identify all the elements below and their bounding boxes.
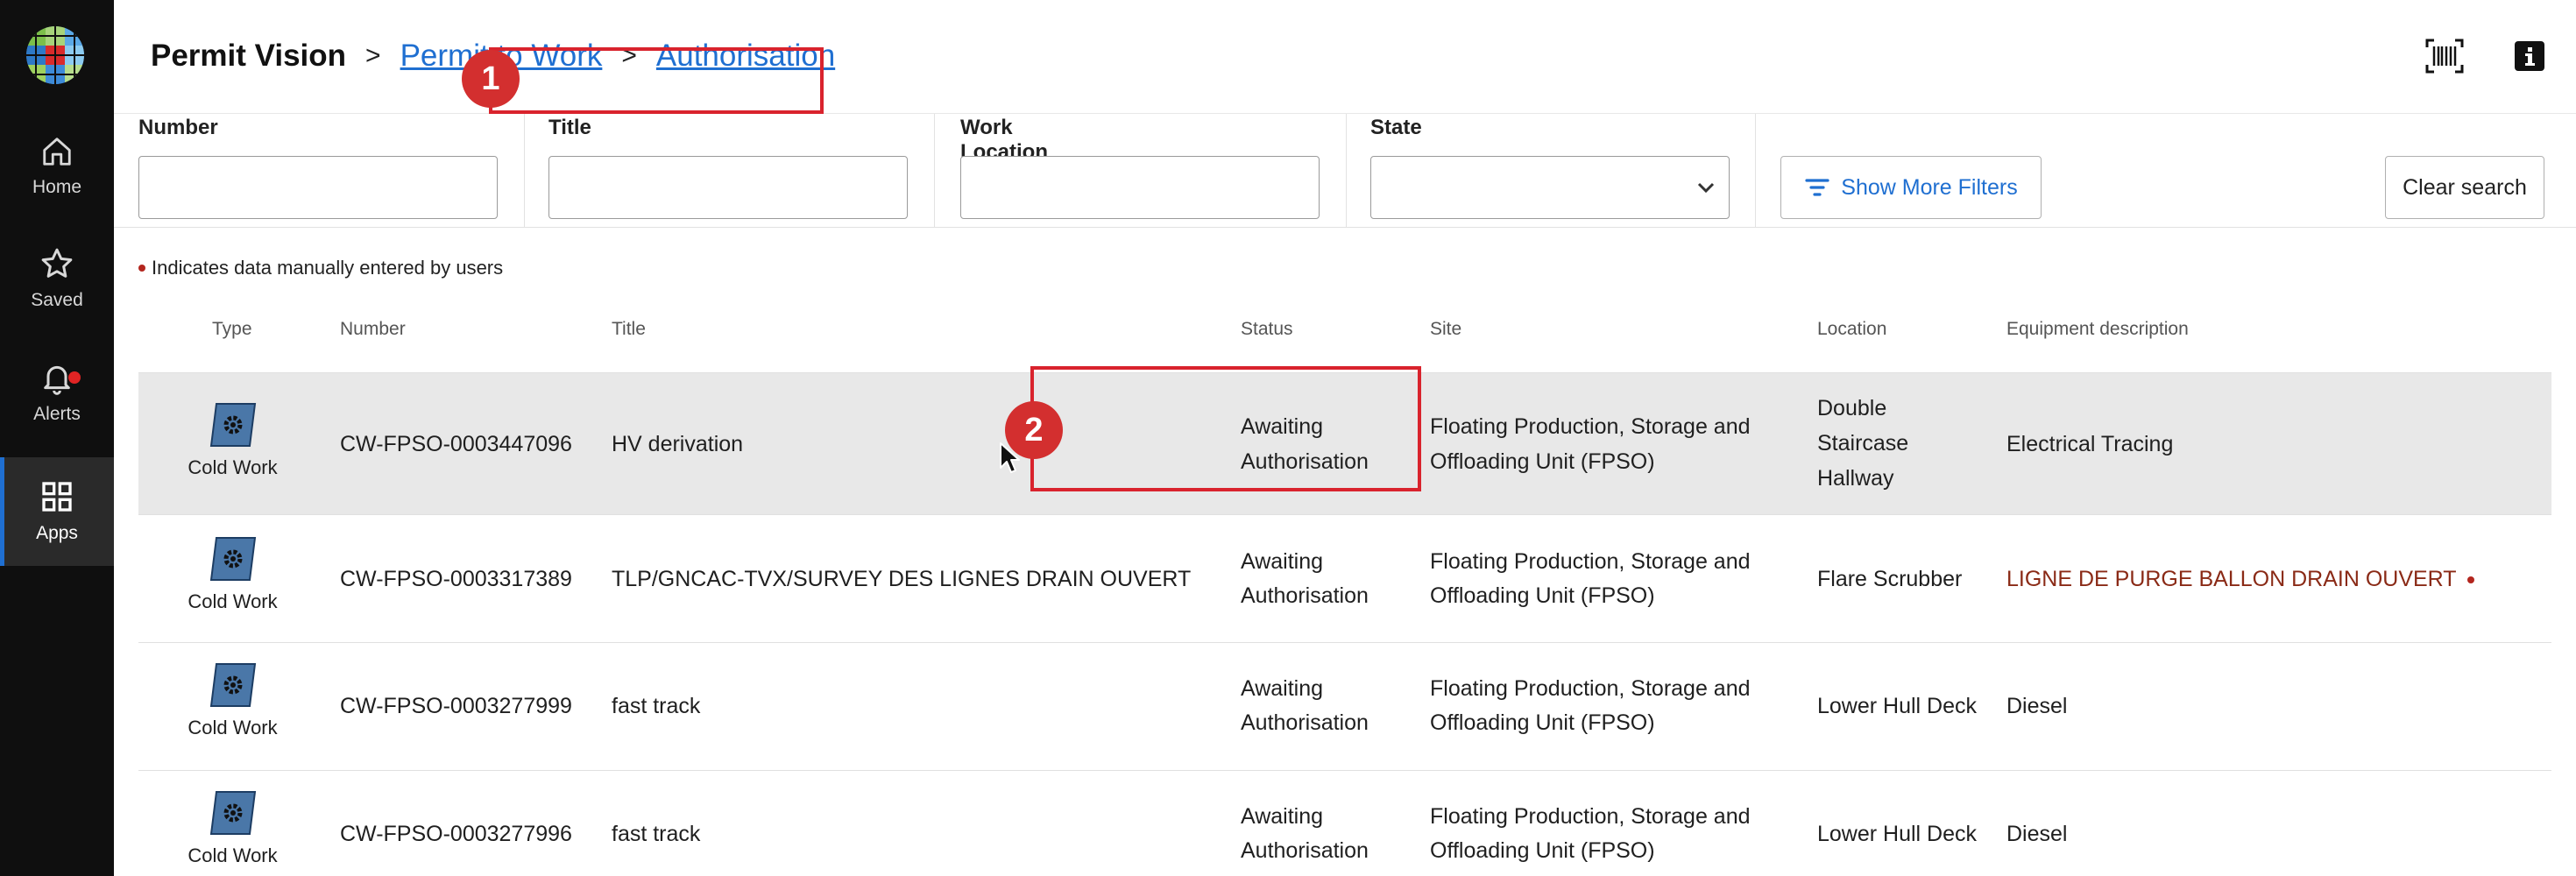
type-cell: Cold Work	[138, 536, 327, 613]
permit-location: Lower Hull Deck	[1817, 694, 1978, 718]
sidebar-item-label: Apps	[36, 523, 78, 543]
sidebar: Home Saved Alerts Apps	[0, 0, 114, 876]
column-header-number[interactable]: Number	[340, 319, 406, 340]
cold-work-permit-icon	[209, 403, 256, 447]
annotation-badge-1: 1	[462, 50, 520, 108]
column-header-type[interactable]: Type	[212, 319, 252, 340]
annotation-box-2	[1030, 366, 1421, 491]
permit-site: Floating Production, Storage and	[1430, 676, 1751, 701]
permit-title: fast track	[612, 694, 701, 718]
manual-entry-note-text: Indicates data manually entered by users	[152, 257, 504, 279]
show-more-filters-button[interactable]: Show More Filters	[1780, 156, 2042, 219]
filter-label: State	[1370, 116, 1422, 139]
permit-location: Flare Scrubber	[1817, 567, 1963, 591]
column-header-equipment[interactable]: Equipment description	[2006, 319, 2189, 340]
table-row[interactable]: Cold Work CW-FPSO-0003277999 fast track …	[138, 643, 2551, 771]
number-input[interactable]	[138, 156, 498, 219]
sidebar-item-label: Alerts	[33, 404, 81, 424]
permit-title: HV derivation	[612, 432, 744, 456]
chevron-down-icon	[1697, 182, 1715, 194]
barcode-scan-icon[interactable]	[2425, 39, 2464, 74]
sidebar-item-alerts[interactable]: Alerts	[0, 338, 114, 447]
state-select[interactable]	[1370, 156, 1730, 219]
sidebar-item-apps[interactable]: Apps	[0, 457, 114, 566]
info-icon[interactable]	[2515, 41, 2544, 71]
permit-number: CW-FPSO-0003277996	[340, 822, 572, 846]
permit-site: Floating Production, Storage and	[1430, 804, 1751, 829]
cold-work-permit-icon	[209, 663, 256, 707]
permit-status: Authorisation	[1241, 710, 1369, 735]
permit-site: Floating Production, Storage and	[1430, 549, 1751, 574]
sidebar-item-label: Home	[32, 177, 82, 197]
show-more-filters-label: Show More Filters	[1841, 174, 2018, 200]
permit-title: TLP/GNCAC-TVX/SURVEY DES LIGNES DRAIN OU…	[612, 567, 1192, 591]
equipment-description-text: LIGNE DE PURGE BALLON DRAIN OUVERT	[2006, 567, 2457, 591]
manual-entry-dot	[138, 265, 145, 272]
column-header-site[interactable]: Site	[1430, 319, 1461, 340]
title-input[interactable]	[548, 156, 908, 219]
type-label: Cold Work	[188, 844, 278, 866]
clear-search-button[interactable]: Clear search	[2385, 156, 2544, 219]
cold-work-permit-icon	[209, 537, 256, 581]
permit-site: Offloading Unit (FPSO)	[1430, 710, 1655, 735]
alert-badge	[68, 371, 81, 384]
table-row[interactable]: Cold Work CW-FPSO-0003277996 fast track …	[138, 771, 2551, 876]
permit-location: Staircase	[1817, 431, 1909, 456]
breadcrumb-separator: >	[365, 41, 381, 70]
type-label: Cold Work	[188, 717, 278, 738]
mouse-cursor-icon	[1000, 442, 1020, 473]
type-cell: Cold Work	[138, 662, 327, 739]
permit-status: Authorisation	[1241, 583, 1369, 608]
work-location-input[interactable]	[960, 156, 1320, 219]
equipment-description: Electrical Tracing	[2006, 432, 2174, 456]
sidebar-item-home[interactable]: Home	[0, 112, 114, 221]
type-label: Cold Work	[188, 590, 278, 612]
column-header-title[interactable]: Title	[612, 319, 646, 340]
permit-status: Authorisation	[1241, 838, 1369, 863]
permit-location: Lower Hull Deck	[1817, 822, 1978, 846]
permit-status: Awaiting	[1241, 549, 1324, 574]
star-icon	[41, 248, 73, 278]
grid-icon	[42, 482, 72, 512]
permit-status: Awaiting	[1241, 676, 1324, 701]
type-cell: Cold Work	[138, 790, 327, 867]
type-label: Cold Work	[188, 456, 278, 478]
filter-label: Number	[138, 116, 218, 139]
permit-title: fast track	[612, 822, 701, 846]
permit-site: Offloading Unit (FPSO)	[1430, 838, 1655, 863]
filter-label: Title	[548, 116, 591, 139]
permit-location: Hallway	[1817, 466, 1894, 491]
table-row[interactable]: Cold Work CW-FPSO-0003317389 TLP/GNCAC-T…	[138, 515, 2551, 643]
table-header: Type Number Title Status Site Location E…	[138, 287, 2551, 373]
equipment-description: Diesel	[2006, 694, 2068, 718]
permit-number: CW-FPSO-0003317389	[340, 567, 572, 591]
page-title: Permit Vision	[151, 39, 347, 73]
permit-location: Double	[1817, 396, 1887, 420]
home-icon	[43, 138, 71, 166]
type-cell: Cold Work	[138, 402, 327, 479]
permit-status: Awaiting	[1241, 804, 1324, 829]
app-root: Home Saved Alerts Apps Permit Vision > P…	[0, 0, 2576, 876]
filter-bar: Number Title Work Location State Show Mo…	[114, 114, 2576, 228]
annotation-box-1	[489, 47, 824, 114]
column-header-status[interactable]: Status	[1241, 319, 1293, 340]
sidebar-item-label: Saved	[31, 290, 83, 310]
app-logo[interactable]	[26, 26, 84, 84]
permit-site: Offloading Unit (FPSO)	[1430, 583, 1655, 608]
equipment-description: LIGNE DE PURGE BALLON DRAIN OUVERT	[2006, 562, 2474, 597]
column-header-location[interactable]: Location	[1817, 319, 1886, 340]
permit-site: Offloading Unit (FPSO)	[1430, 449, 1655, 474]
permit-number: CW-FPSO-0003277999	[340, 694, 572, 718]
cold-work-permit-icon	[209, 791, 256, 835]
manual-entry-note: Indicates data manually entered by users	[138, 257, 503, 279]
equipment-description: Diesel	[2006, 822, 2068, 846]
filter-icon	[1805, 179, 1829, 196]
sidebar-item-saved[interactable]: Saved	[0, 224, 114, 333]
permit-number: CW-FPSO-0003447096	[340, 432, 572, 456]
permit-site: Floating Production, Storage and	[1430, 414, 1751, 439]
manual-entry-dot	[2466, 576, 2474, 584]
